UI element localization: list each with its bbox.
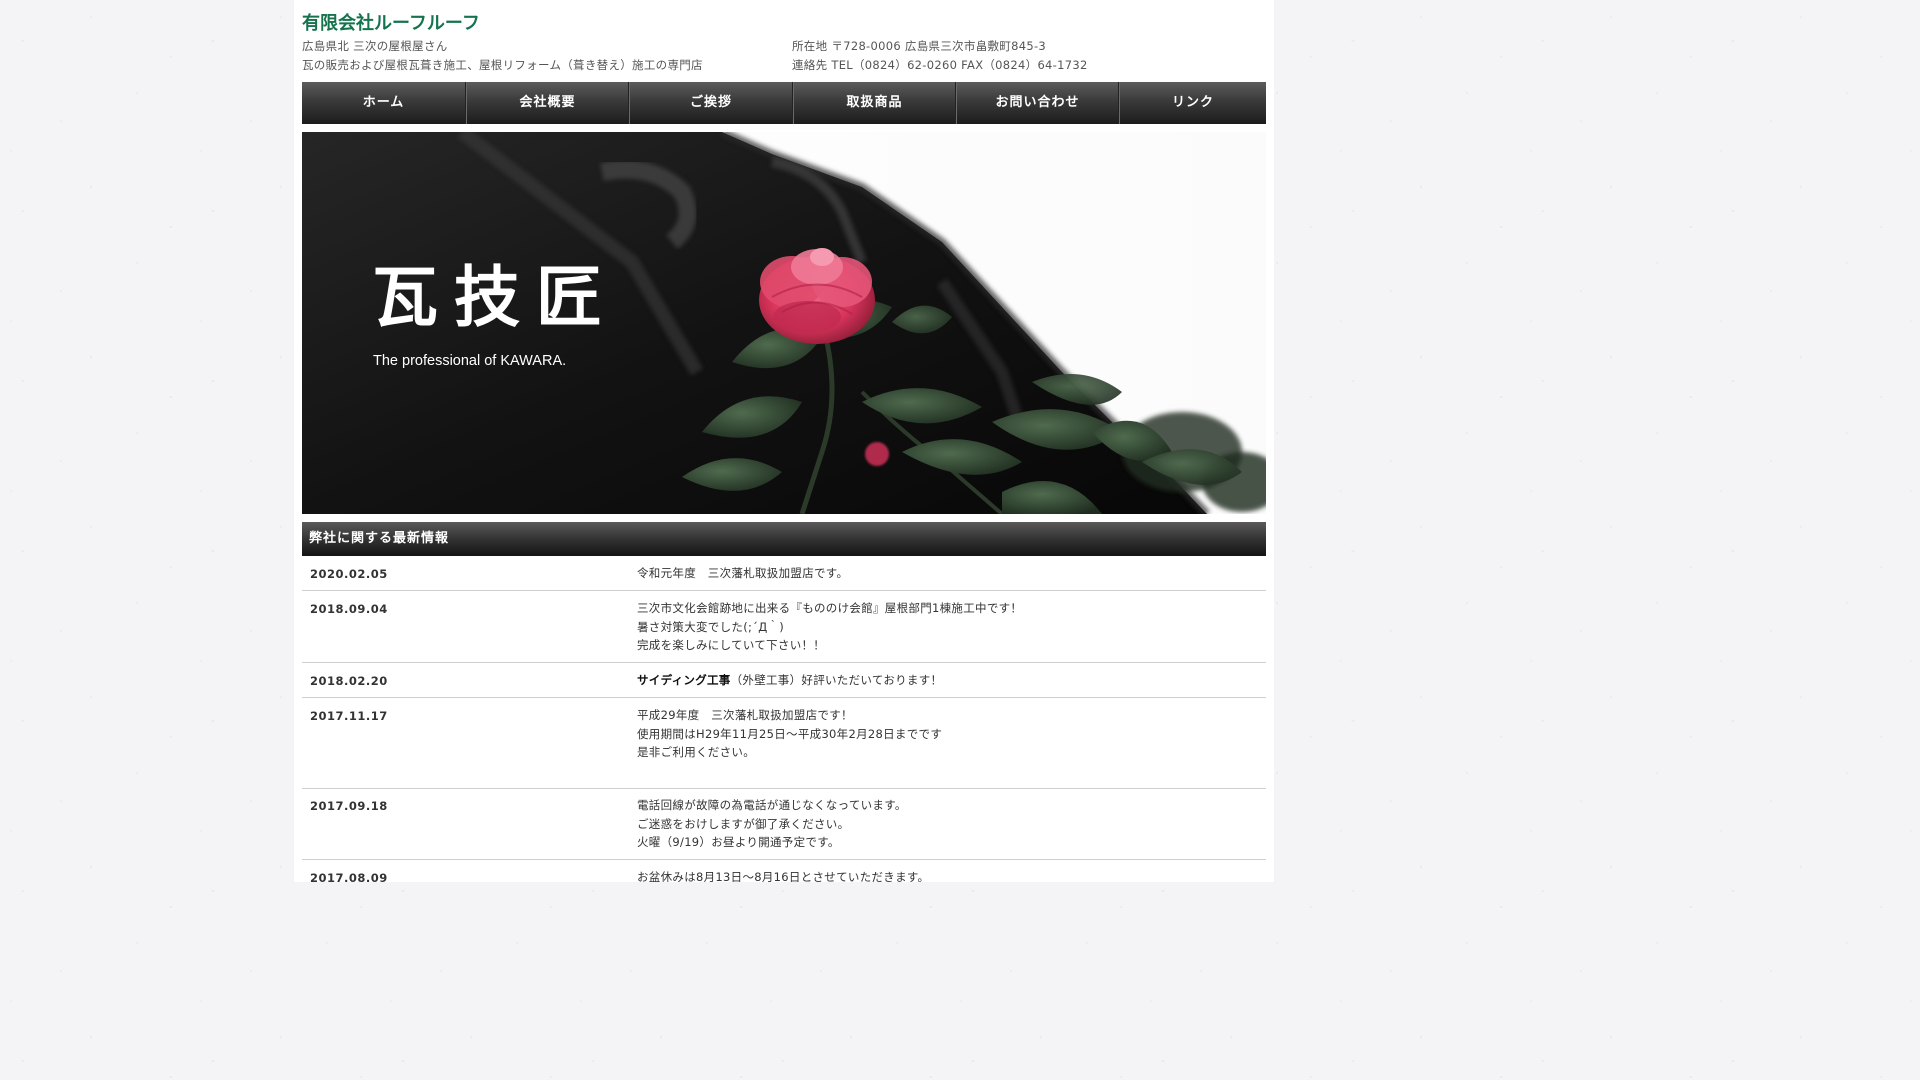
nav-item-home[interactable]: ホーム: [302, 82, 466, 124]
camellia-flower: [759, 248, 875, 344]
news-date: 2018.09.04: [310, 602, 388, 616]
address-info: 所在地 〒728-0006 広島県三次市畠敷町845-3: [792, 38, 1046, 54]
news-list: 2020.02.05 令和元年度 三次藩札取扱加盟店です。 2018.09.04…: [302, 556, 1266, 882]
tagline-region: 広島県北 三次の屋根屋さん: [302, 39, 448, 53]
news-text: サイディング工事（外壁工事）好評いただいております！: [637, 671, 942, 690]
contact-text: TEL（0824）62-0260 FAX（0824）64-1732: [831, 58, 1088, 72]
news-text: 令和元年度 三次藩札取扱加盟店です。: [637, 564, 848, 583]
news-line: （外壁工事）好評いただいております！: [730, 673, 943, 687]
hero-subtitle: The professional of KAWARA.: [373, 353, 567, 369]
news-date: 2018.02.20: [310, 674, 388, 688]
nav-item-links[interactable]: リンク: [1119, 82, 1266, 124]
news-line: 完成を楽しみにしていて下さい！！: [637, 638, 826, 652]
page-container: 有限会社ルーフルーフ 広島県北 三次の屋根屋さん 瓦の販売および屋根瓦葺き施工、…: [294, 0, 1274, 882]
hero-banner: 瓦技匠 The professional of KAWARA.: [302, 132, 1266, 514]
nav-item-company[interactable]: 会社概要: [466, 82, 629, 124]
hero-title: 瓦技匠: [372, 258, 618, 336]
news-line: ご迷惑をおけしますが御了承ください。: [637, 816, 850, 831]
tagline-services: 瓦の販売および屋根瓦葺き施工、屋根リフォーム（葺き替え）施工の専門店: [302, 58, 703, 72]
news-line: 平成29年度 三次藩札取扱加盟店です！: [637, 708, 853, 722]
news-line: 三次市文化会館跡地に出来る『もののけ会館』屋根部門1棟施工中です！: [637, 601, 1023, 615]
news-date: 2017.08.09: [310, 871, 388, 882]
address-label: 所在地: [792, 39, 828, 53]
news-item: 2017.09.18 電話回線が故障の為電話が通じなくなっています。 ご迷惑をお…: [302, 789, 1266, 860]
main-nav: ホーム 会社概要 ご挨拶 取扱商品 お問い合わせ リンク: [302, 82, 1266, 124]
news-item: 2017.11.17 平成29年度 三次藩札取扱加盟店です！ 使用期間はH29年…: [302, 698, 1266, 789]
news-item: 2018.09.04 三次市文化会館跡地に出来る『もののけ会館』屋根部門1棟施工…: [302, 591, 1266, 663]
news-text: お盆休みは8月13日～8月16日とさせていただきます。: [637, 868, 929, 882]
address-text: 〒728-0006 広島県三次市畠敷町845-3: [831, 39, 1047, 53]
news-line: 使用期間はH29年11月25日～平成30年2月28日までです: [637, 726, 943, 741]
news-item: 2017.08.09 お盆休みは8月13日～8月16日とさせていただきます。: [302, 860, 1266, 882]
news-line: お盆休みは8月13日～8月16日とさせていただきます。: [637, 870, 930, 882]
contact-label: 連絡先: [792, 58, 828, 72]
news-item: 2020.02.05 令和元年度 三次藩札取扱加盟店です。: [302, 556, 1266, 591]
news-item: 2018.02.20 サイディング工事（外壁工事）好評いただいております！: [302, 663, 1266, 698]
news-line: 令和元年度 三次藩札取扱加盟店です。: [637, 566, 849, 580]
nav-item-products[interactable]: 取扱商品: [793, 82, 956, 124]
news-link-siding[interactable]: サイディング工事: [637, 673, 731, 687]
news-line: 暑さ対策大変でした(;´Д｀): [637, 619, 785, 634]
news-heading: 弊社に関する最新情報: [302, 522, 1266, 556]
news-text: 平成29年度 三次藩札取扱加盟店です！ 使用期間はH29年11月25日～平成30…: [637, 706, 942, 762]
contact-info: 連絡先 TEL（0824）62-0260 FAX（0824）64-1732: [792, 57, 1088, 73]
news-date: 2020.02.05: [310, 567, 388, 581]
site-title[interactable]: 有限会社ルーフルーフ: [302, 9, 480, 35]
news-date: 2017.11.17: [310, 709, 388, 723]
news-line: 火曜（9/19）お昼より開通予定です。: [637, 835, 840, 849]
news-text: 電話回線が故障の為電話が通じなくなっています。 ご迷惑をおけしますが御了承くださ…: [637, 796, 907, 852]
news-text: 三次市文化会館跡地に出来る『もののけ会館』屋根部門1棟施工中です！ 暑さ対策大変…: [637, 599, 1022, 655]
news-line: 電話回線が故障の為電話が通じなくなっています。: [637, 798, 907, 812]
nav-item-contact[interactable]: お問い合わせ: [956, 82, 1119, 124]
news-line: 是非ご利用ください。: [637, 745, 755, 759]
news-date: 2017.09.18: [310, 799, 388, 813]
nav-item-greeting[interactable]: ご挨拶: [629, 82, 793, 124]
